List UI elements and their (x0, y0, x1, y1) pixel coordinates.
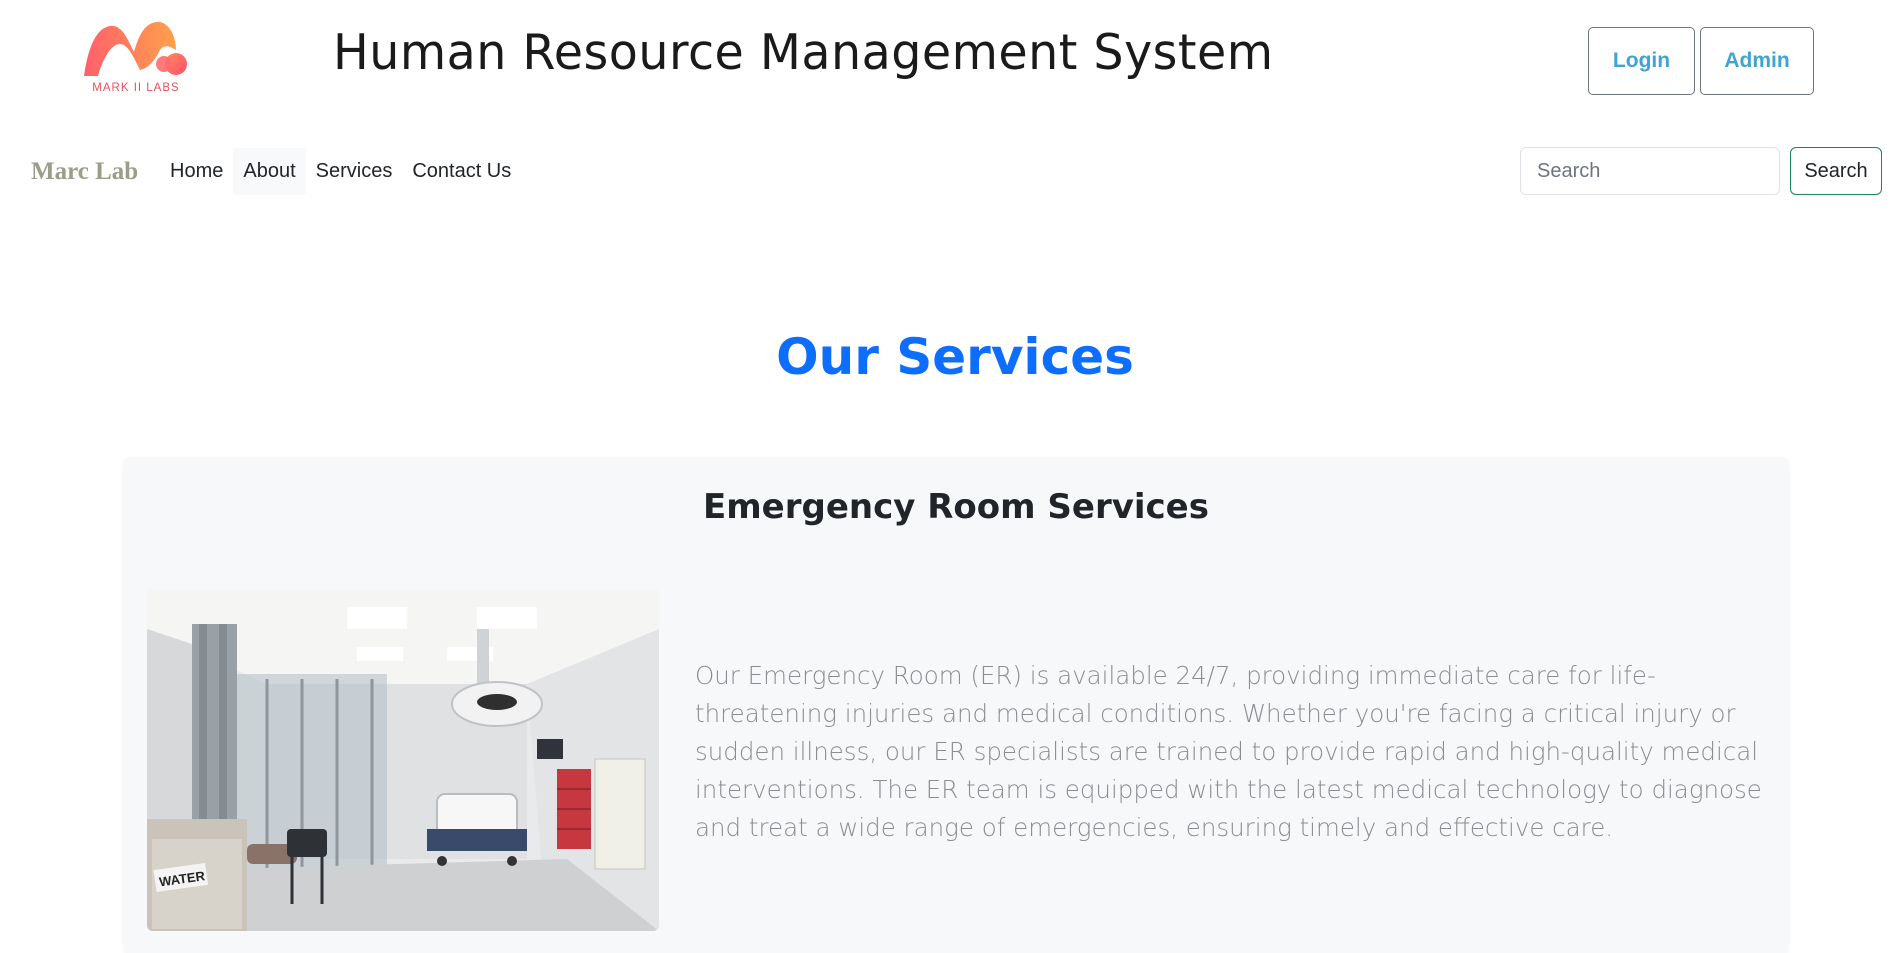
nav-link-contact-us[interactable]: Contact Us (402, 148, 521, 195)
section-title: Our Services (776, 328, 1134, 386)
nav-link-about[interactable]: About (233, 147, 306, 195)
mark-ii-labs-logo[interactable]: MARK II LABS (78, 18, 194, 96)
service-title: Emergency Room Services (703, 487, 1209, 527)
admin-button[interactable]: Admin (1700, 27, 1814, 95)
site-title: Human Resource Management System (333, 24, 1274, 81)
top-header: MARK II LABS Human Resource Management S… (0, 0, 1899, 115)
navbar-brand[interactable]: Marc Lab (31, 158, 138, 186)
nav-link-home[interactable]: Home (160, 148, 233, 195)
service-description: Our Emergency Room (ER) is available 24/… (695, 661, 1762, 842)
nav-links: Home About Services Contact Us (160, 146, 521, 196)
main-navbar: Marc Lab Home About Services Contact Us … (0, 140, 1899, 202)
search-button[interactable]: Search (1790, 147, 1882, 195)
service-card: Emergency Room Services WATER Our Emerge… (124, 457, 1788, 953)
search-input[interactable] (1520, 147, 1780, 195)
emergency-room-image: WATER (147, 589, 659, 931)
logo-text: MARK II LABS (92, 82, 180, 94)
nav-link-services[interactable]: Services (306, 148, 403, 195)
logo-mark-icon (84, 22, 187, 76)
login-button[interactable]: Login (1588, 27, 1695, 95)
